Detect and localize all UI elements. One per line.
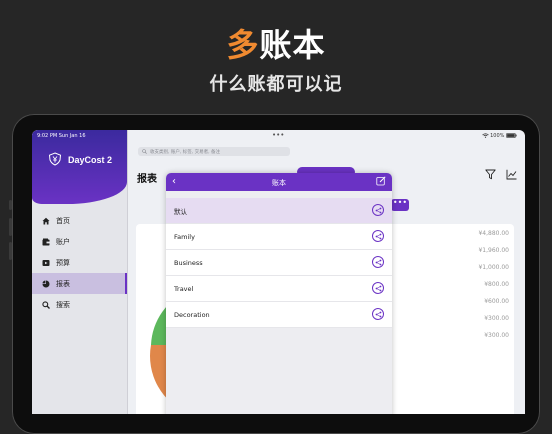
amount-value: ¥300.00 [484, 315, 509, 322]
list-item[interactable]: Family [166, 224, 392, 250]
app-name: DayCost 2 [68, 155, 113, 165]
list-item[interactable]: 默认 [166, 198, 392, 224]
sidebar-item-label: 预算 [56, 258, 70, 267]
amount-value: ¥1,960.00 [478, 247, 509, 254]
amount-value: ¥600.00 [484, 298, 509, 305]
amount-value: ¥800.00 [484, 281, 509, 288]
page-title: 报表 [137, 174, 157, 185]
line-chart-icon[interactable] [506, 169, 517, 180]
share-icon[interactable] [372, 230, 384, 242]
budget-icon [41, 259, 51, 267]
edit-icon[interactable] [376, 176, 386, 186]
amount-value: ¥1,000.00 [478, 264, 509, 271]
search-input[interactable]: 收支类别, 账户, 标签, 交易者, 备注 [138, 147, 290, 156]
status-bar: 9:02 PM Sun Jan 16 ••• 100% [32, 130, 525, 141]
home-icon [41, 217, 51, 225]
book-list: 默认 Family Business Travel Decoration [166, 198, 392, 328]
book-name: 默认 [174, 207, 187, 216]
sidebar-item-label: 首页 [56, 216, 70, 225]
wifi-icon [481, 133, 489, 138]
pie-chart-icon [41, 280, 51, 288]
list-item[interactable]: Travel [166, 276, 392, 302]
sheet-header: ‹ 账本 [166, 173, 392, 191]
sidebar-header [32, 130, 127, 204]
sidebar-item-label: 账户 [56, 237, 70, 246]
app-logo-icon [48, 152, 62, 166]
status-time: 9:02 PM Sun Jan 16 [37, 133, 86, 139]
app-screen: 9:02 PM Sun Jan 16 ••• 100% DayCost 2 首页… [32, 130, 525, 414]
sidebar-item-home[interactable]: 首页 [32, 210, 127, 231]
list-item[interactable]: Business [166, 250, 392, 276]
filter-icon[interactable] [485, 169, 496, 180]
book-name: Family [174, 232, 195, 241]
battery-percent: 100% [490, 133, 505, 139]
sidebar-item-accounts[interactable]: 账户 [32, 231, 127, 252]
amount-value: ¥4,880.00 [478, 230, 509, 237]
sidebar-item-label: 报表 [56, 279, 70, 288]
hero-title-rest: 账本 [259, 26, 326, 64]
sidebar: DayCost 2 首页 账户 预算 报表 搜索 [32, 130, 128, 414]
share-icon[interactable] [372, 308, 384, 320]
sidebar-item-search[interactable]: 搜索 [32, 294, 127, 315]
sidebar-nav: 首页 账户 预算 报表 搜索 [32, 210, 127, 315]
sidebar-item-label: 搜索 [56, 300, 70, 309]
sheet-title: 账本 [272, 179, 286, 187]
list-item[interactable]: Decoration [166, 302, 392, 328]
side-button [9, 200, 12, 210]
sidebar-item-reports[interactable]: 报表 [32, 273, 127, 294]
search-icon [41, 300, 51, 309]
book-name: Decoration [174, 310, 210, 319]
battery-icon [506, 133, 517, 138]
sidebar-item-budget[interactable]: 预算 [32, 252, 127, 273]
share-icon[interactable] [372, 204, 384, 216]
share-icon[interactable] [372, 282, 384, 294]
search-placeholder: 收支类别, 账户, 标签, 交易者, 备注 [150, 149, 220, 155]
account-book-sheet: ‹ 账本 默认 Family Business Travel Decoratio… [166, 173, 392, 414]
status-battery: 100% [481, 133, 517, 139]
book-name: Business [174, 258, 203, 267]
amount-value: ¥300.00 [484, 332, 509, 339]
search-icon [142, 149, 147, 154]
hero-subtitle: 什么账都可以记 [209, 74, 343, 95]
book-name: Travel [174, 284, 194, 293]
share-icon[interactable] [372, 256, 384, 268]
wallet-icon [41, 238, 51, 246]
volume-up-button [9, 218, 12, 236]
hero-title: 多账本 [0, 20, 552, 66]
multitask-dots-icon[interactable]: ••• [272, 131, 284, 139]
hero-title-accent: 多 [226, 26, 260, 64]
more-button[interactable]: ••• [391, 199, 409, 211]
volume-down-button [9, 242, 12, 260]
